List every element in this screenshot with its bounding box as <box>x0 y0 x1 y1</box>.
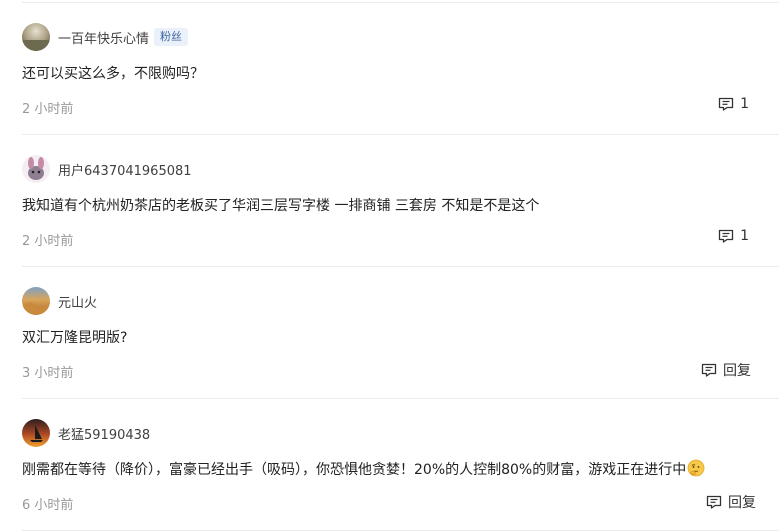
comment-icon <box>718 228 734 244</box>
reply-button[interactable]: 1 <box>718 96 749 112</box>
comment-time: 2 小时前 <box>22 234 74 249</box>
comment-header: 老猛59190438 <box>22 419 150 447</box>
reply-label: 回复 <box>728 495 756 511</box>
comment-header: 用户6437041965081 <box>22 155 192 183</box>
comment-list: 一百年快乐心情 粉丝 还可以买这么多，不限购吗？ 2 小时前 1 用户64370… <box>22 0 779 532</box>
reply-count: 1 <box>740 228 749 244</box>
comment-item: 老猛59190438 刚需都在等待（降价），富豪已经出手（吸码），你恐惧他贪婪！… <box>22 399 779 531</box>
comment-time: 6 小时前 <box>22 498 74 513</box>
comment-text: 双汇万隆昆明版? <box>22 330 128 346</box>
comment-icon <box>701 362 717 378</box>
comment-time: 2 小时前 <box>22 102 74 117</box>
comment-header: 一百年快乐心情 粉丝 <box>22 23 189 51</box>
comment-text: 还可以买这么多，不限购吗？ <box>22 66 204 82</box>
avatar[interactable] <box>22 419 50 447</box>
comment-item: 元山火 双汇万隆昆明版? 3 小时前 回复 <box>22 267 779 399</box>
reply-label: 回复 <box>723 363 751 379</box>
avatar[interactable] <box>22 155 50 183</box>
comment-text: 刚需都在等待（降价），富豪已经出手（吸码），你恐惧他贪婪！20%的人控制80%的… <box>22 459 705 481</box>
comment-icon <box>706 494 722 510</box>
username[interactable]: 老猛59190438 <box>58 424 150 443</box>
reply-button[interactable]: 1 <box>718 228 749 244</box>
divider <box>22 530 779 531</box>
comment-header: 元山火 <box>22 287 97 315</box>
avatar[interactable] <box>22 23 50 51</box>
username[interactable]: 一百年快乐心情 <box>58 28 149 47</box>
username[interactable]: 用户6437041965081 <box>58 160 192 179</box>
comment-item: 一百年快乐心情 粉丝 还可以买这么多，不限购吗？ 2 小时前 1 <box>22 3 779 135</box>
reply-button[interactable]: 回复 <box>701 360 751 380</box>
fan-badge: 粉丝 <box>154 28 189 46</box>
thinking-face-emoji <box>687 459 705 481</box>
reply-count: 1 <box>740 96 749 112</box>
username[interactable]: 元山火 <box>58 292 97 311</box>
comment-icon <box>718 96 734 112</box>
avatar[interactable] <box>22 287 50 315</box>
comment-item: 用户6437041965081 我知道有个杭州奶茶店的老板买了华润三层写字楼 一… <box>22 135 779 267</box>
comment-text-content: 刚需都在等待（降价），富豪已经出手（吸码），你恐惧他贪婪！20%的人控制80%的… <box>22 462 687 478</box>
comment-time: 3 小时前 <box>22 366 74 381</box>
comment-text: 我知道有个杭州奶茶店的老板买了华润三层写字楼 一排商铺 三套房 不知是不是这个 <box>22 198 540 214</box>
reply-button[interactable]: 回复 <box>706 492 756 512</box>
